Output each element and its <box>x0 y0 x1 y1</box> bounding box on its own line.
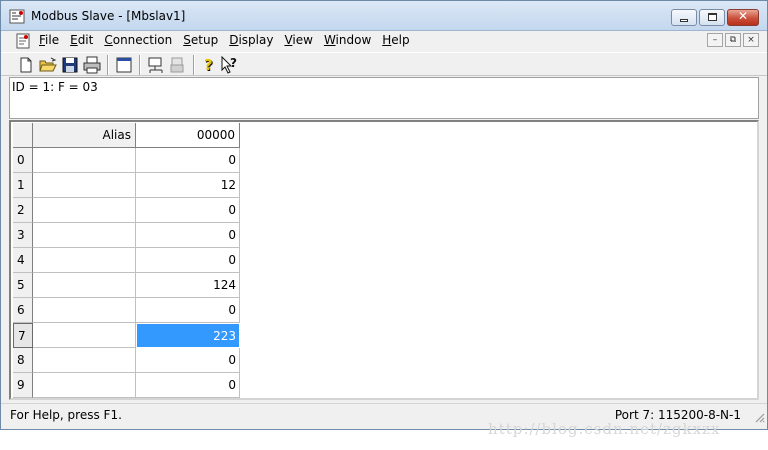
register-value-cell[interactable]: 0 <box>136 373 240 398</box>
close-icon: ✕ <box>737 9 749 23</box>
window-icon[interactable] <box>114 55 134 75</box>
row-header[interactable]: 4 <box>13 248 33 273</box>
menu-window[interactable]: Window <box>324 33 371 47</box>
grid-corner <box>13 123 33 148</box>
close-button[interactable]: ✕ <box>727 9 759 26</box>
title-bar[interactable]: Modbus Slave - [Mbslav1] ✕ <box>1 1 767 31</box>
toolbar: ? ? ? <box>1 52 767 76</box>
menu-file[interactable]: File <box>39 33 59 47</box>
column-header-address[interactable]: 00000 <box>136 123 240 148</box>
table-row: 2 0 <box>13 198 240 223</box>
row-header[interactable]: 2 <box>13 198 33 223</box>
open-folder-icon[interactable] <box>38 55 58 75</box>
help-icon[interactable]: ? ? <box>199 55 219 75</box>
slave-id-function-label: ID = 1: F = 03 <box>12 80 98 94</box>
svg-text:?: ? <box>204 56 213 74</box>
menu-items: File Edit Connection Setup Display View … <box>39 33 421 47</box>
mdi-buttons: – ⧉ × <box>705 33 759 47</box>
register-value-cell[interactable]: 124 <box>136 273 240 298</box>
register-value-cell[interactable]: 0 <box>136 198 240 223</box>
mdi-restore-button[interactable]: ⧉ <box>725 33 741 47</box>
watermark: http://blog.csdn.net/zgkxzx <box>488 420 721 438</box>
row-header[interactable]: 7 <box>13 323 33 348</box>
register-grid[interactable]: Alias 00000 0 0 1 12 2 0 3 0 4 0 5 124 6… <box>9 120 759 400</box>
context-help-icon[interactable]: ? <box>220 55 240 75</box>
table-row: 1 12 <box>13 173 240 198</box>
print-icon[interactable] <box>82 55 102 75</box>
toolbar-separator <box>139 55 141 75</box>
menu-setup[interactable]: Setup <box>183 33 218 47</box>
status-help-text: For Help, press F1. <box>10 408 122 422</box>
register-value-cell[interactable]: 12 <box>136 173 240 198</box>
register-value-cell[interactable]: 0 <box>136 223 240 248</box>
menu-help[interactable]: Help <box>382 33 409 47</box>
maximize-icon <box>708 13 717 21</box>
menu-connection[interactable]: Connection <box>104 33 172 47</box>
minimize-button[interactable] <box>671 9 697 26</box>
table-row: 3 0 <box>13 223 240 248</box>
mdi-minimize-button[interactable]: – <box>707 33 723 47</box>
menu-bar: File Edit Connection Setup Display View … <box>1 31 767 51</box>
row-header[interactable]: 0 <box>13 148 33 173</box>
menu-edit[interactable]: Edit <box>70 33 93 47</box>
alias-cell[interactable] <box>33 198 136 223</box>
alias-cell[interactable] <box>33 223 136 248</box>
document-icon[interactable] <box>15 33 31 49</box>
column-header-alias[interactable]: Alias <box>33 123 136 148</box>
row-header[interactable]: 5 <box>13 273 33 298</box>
window-title: Modbus Slave - [Mbslav1] <box>31 9 186 23</box>
row-header[interactable]: 1 <box>13 173 33 198</box>
table-row: 5 124 <box>13 273 240 298</box>
menu-display[interactable]: Display <box>229 33 273 47</box>
svg-text:?: ? <box>230 56 237 70</box>
app-window: Modbus Slave - [Mbslav1] ✕ File Edit Con… <box>0 0 768 430</box>
disconnect-icon <box>170 57 184 73</box>
register-value-cell[interactable]: 0 <box>136 248 240 273</box>
alias-cell[interactable] <box>33 273 136 298</box>
alias-cell[interactable] <box>33 148 136 173</box>
maximize-button[interactable] <box>699 9 725 26</box>
save-icon[interactable] <box>60 55 80 75</box>
resize-grip-icon[interactable] <box>753 411 765 423</box>
alias-cell[interactable] <box>33 348 136 373</box>
menu-view[interactable]: View <box>284 33 312 47</box>
register-value-cell[interactable]: 0 <box>136 348 240 373</box>
row-header[interactable]: 3 <box>13 223 33 248</box>
toolbar-separator <box>107 55 109 75</box>
row-header[interactable]: 6 <box>13 298 33 323</box>
table-row: 4 0 <box>13 248 240 273</box>
register-value-cell-selected[interactable]: 223 <box>136 323 240 348</box>
modbus-app-icon <box>9 9 25 24</box>
row-header[interactable]: 8 <box>13 348 33 373</box>
info-panel: ID = 1: F = 03 <box>9 77 759 119</box>
alias-cell[interactable] <box>33 173 136 198</box>
table-row: 0 0 <box>13 148 240 173</box>
register-value-cell[interactable]: 0 <box>136 298 240 323</box>
mdi-close-button[interactable]: × <box>743 33 759 47</box>
table-row-selected: 7 223 <box>13 323 240 348</box>
table-row: 9 0 <box>13 373 240 398</box>
connect-icon[interactable] <box>146 55 166 75</box>
alias-cell[interactable] <box>33 323 136 348</box>
alias-cell[interactable] <box>33 373 136 398</box>
minimize-icon <box>680 19 688 22</box>
alias-cell[interactable] <box>33 248 136 273</box>
alias-cell[interactable] <box>33 298 136 323</box>
register-value-cell[interactable]: 0 <box>136 148 240 173</box>
caption-buttons: ✕ <box>669 9 759 26</box>
row-header[interactable]: 9 <box>13 373 33 398</box>
toolbar-separator <box>193 55 195 75</box>
new-document-icon[interactable] <box>16 55 36 75</box>
table-row: 8 0 <box>13 348 240 373</box>
table-row: 6 0 <box>13 298 240 323</box>
